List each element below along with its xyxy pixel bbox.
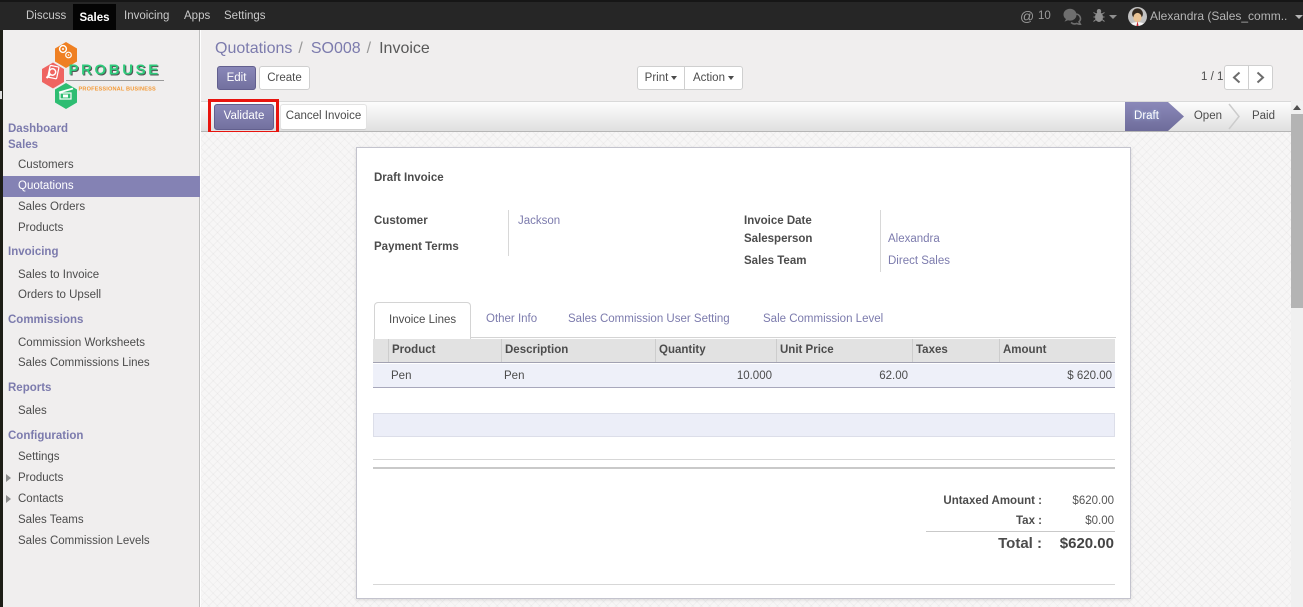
svg-text:PROBUSE: PROBUSE: [69, 62, 161, 79]
svg-text:PROFESSIONAL BUSINESS: PROFESSIONAL BUSINESS: [79, 87, 156, 93]
